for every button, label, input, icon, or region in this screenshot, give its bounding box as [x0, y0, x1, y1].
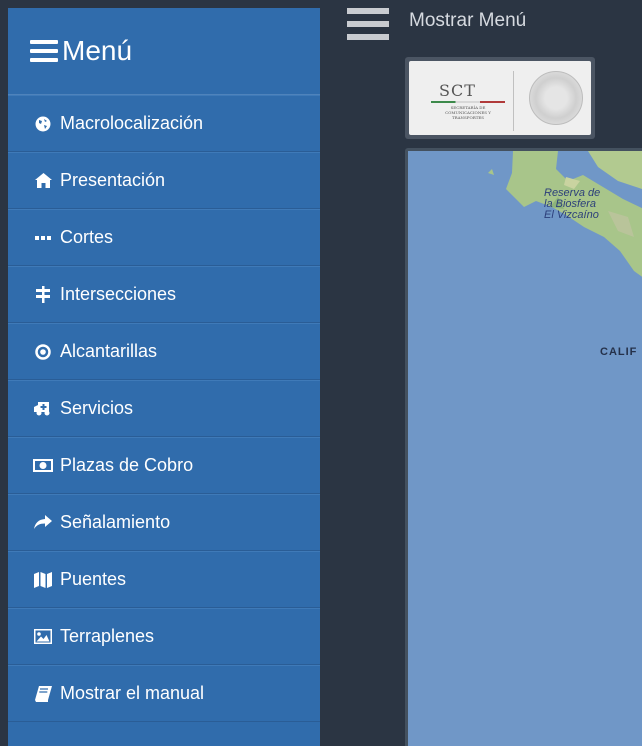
show-menu-link[interactable]: Mostrar Menú	[409, 10, 526, 32]
top-bar: Mostrar Menú	[320, 0, 642, 50]
sct-logo: SCT SECRETARÍA DE COMUNICACIONES Y TRANS…	[405, 57, 595, 139]
signpost-icon	[32, 286, 54, 304]
menu-title-label: Menú	[62, 35, 133, 66]
sidebar-item-macrolocalizacion[interactable]: Macrolocalización	[8, 95, 320, 152]
sidebar-header: Menú	[8, 8, 320, 95]
map-state-label: CALIF	[600, 346, 638, 358]
sidebar-item-plazas-de-cobro[interactable]: Plazas de Cobro	[8, 437, 320, 494]
sidebar-item-puentes[interactable]: Puentes	[8, 551, 320, 608]
share-arrow-icon	[32, 514, 54, 532]
logo-acronym: SCT	[439, 81, 476, 100]
menu-toggle-icon[interactable]	[347, 8, 389, 40]
logo-tricolor-bar	[431, 101, 505, 103]
ambulance-icon	[32, 400, 54, 418]
globe-icon	[32, 115, 54, 133]
logo-inner: SCT SECRETARÍA DE COMUNICACIONES Y TRANS…	[409, 61, 591, 135]
sidebar-item-label: Terraplenes	[60, 626, 155, 646]
sidebar-item-terraplenes[interactable]: Terraplenes	[8, 608, 320, 665]
app-root: Menú Macrolocalización Presentación Cort…	[0, 0, 642, 746]
ellipsis-icon	[32, 229, 54, 247]
sidebar-item-mostrar-manual[interactable]: Mostrar el manual	[8, 665, 320, 722]
sidebar-item-label: Señalamiento	[60, 512, 171, 532]
sidebar-item-alcantarillas[interactable]: Alcantarillas	[8, 323, 320, 380]
map-frame: Reserva de la Biosfera El Vizcaíno CALIF	[405, 148, 642, 746]
sidebar-item-servicios[interactable]: Servicios	[8, 380, 320, 437]
map-land-shapes	[488, 151, 642, 277]
hamburger-icon	[30, 40, 58, 62]
sidebar-item-label: Plazas de Cobro	[60, 455, 194, 475]
national-seal-icon	[529, 71, 583, 125]
home-icon	[32, 172, 54, 190]
sidebar-item-presentacion[interactable]: Presentación	[8, 152, 320, 209]
menu-title[interactable]: Menú	[30, 35, 132, 67]
logo-subtitle: SECRETARÍA DE COMUNICACIONES Y TRANSPORT…	[445, 105, 491, 120]
sidebar-item-cortes[interactable]: Cortes	[8, 209, 320, 266]
sidebar-item-label: Intersecciones	[60, 284, 177, 304]
image-icon	[32, 628, 54, 646]
dot-circle-icon	[32, 343, 54, 361]
sidebar-item-label: Presentación	[60, 170, 166, 190]
money-icon	[32, 457, 54, 475]
book-icon	[32, 685, 54, 703]
sidebar-item-label: Cortes	[60, 227, 114, 247]
map-icon	[32, 571, 54, 589]
sidebar-item-senalamiento[interactable]: Señalamiento	[8, 494, 320, 551]
sidebar-item-label: Servicios	[60, 398, 134, 418]
sidebar-item-label: Alcantarillas	[60, 341, 158, 361]
logo-divider	[513, 71, 514, 131]
map-view[interactable]: Reserva de la Biosfera El Vizcaíno CALIF	[408, 151, 642, 746]
sidebar-item-intersecciones[interactable]: Intersecciones	[8, 266, 320, 323]
sidebar-item-label: Mostrar el manual	[60, 683, 205, 703]
menu-list: Macrolocalización Presentación Cortes In…	[8, 95, 320, 722]
map-reserve-label-line3: El Vizcaíno	[544, 209, 599, 221]
sidebar-item-label: Macrolocalización	[60, 113, 204, 133]
sidebar-item-label: Puentes	[60, 569, 127, 589]
sidebar-menu: Menú Macrolocalización Presentación Cort…	[8, 8, 320, 746]
